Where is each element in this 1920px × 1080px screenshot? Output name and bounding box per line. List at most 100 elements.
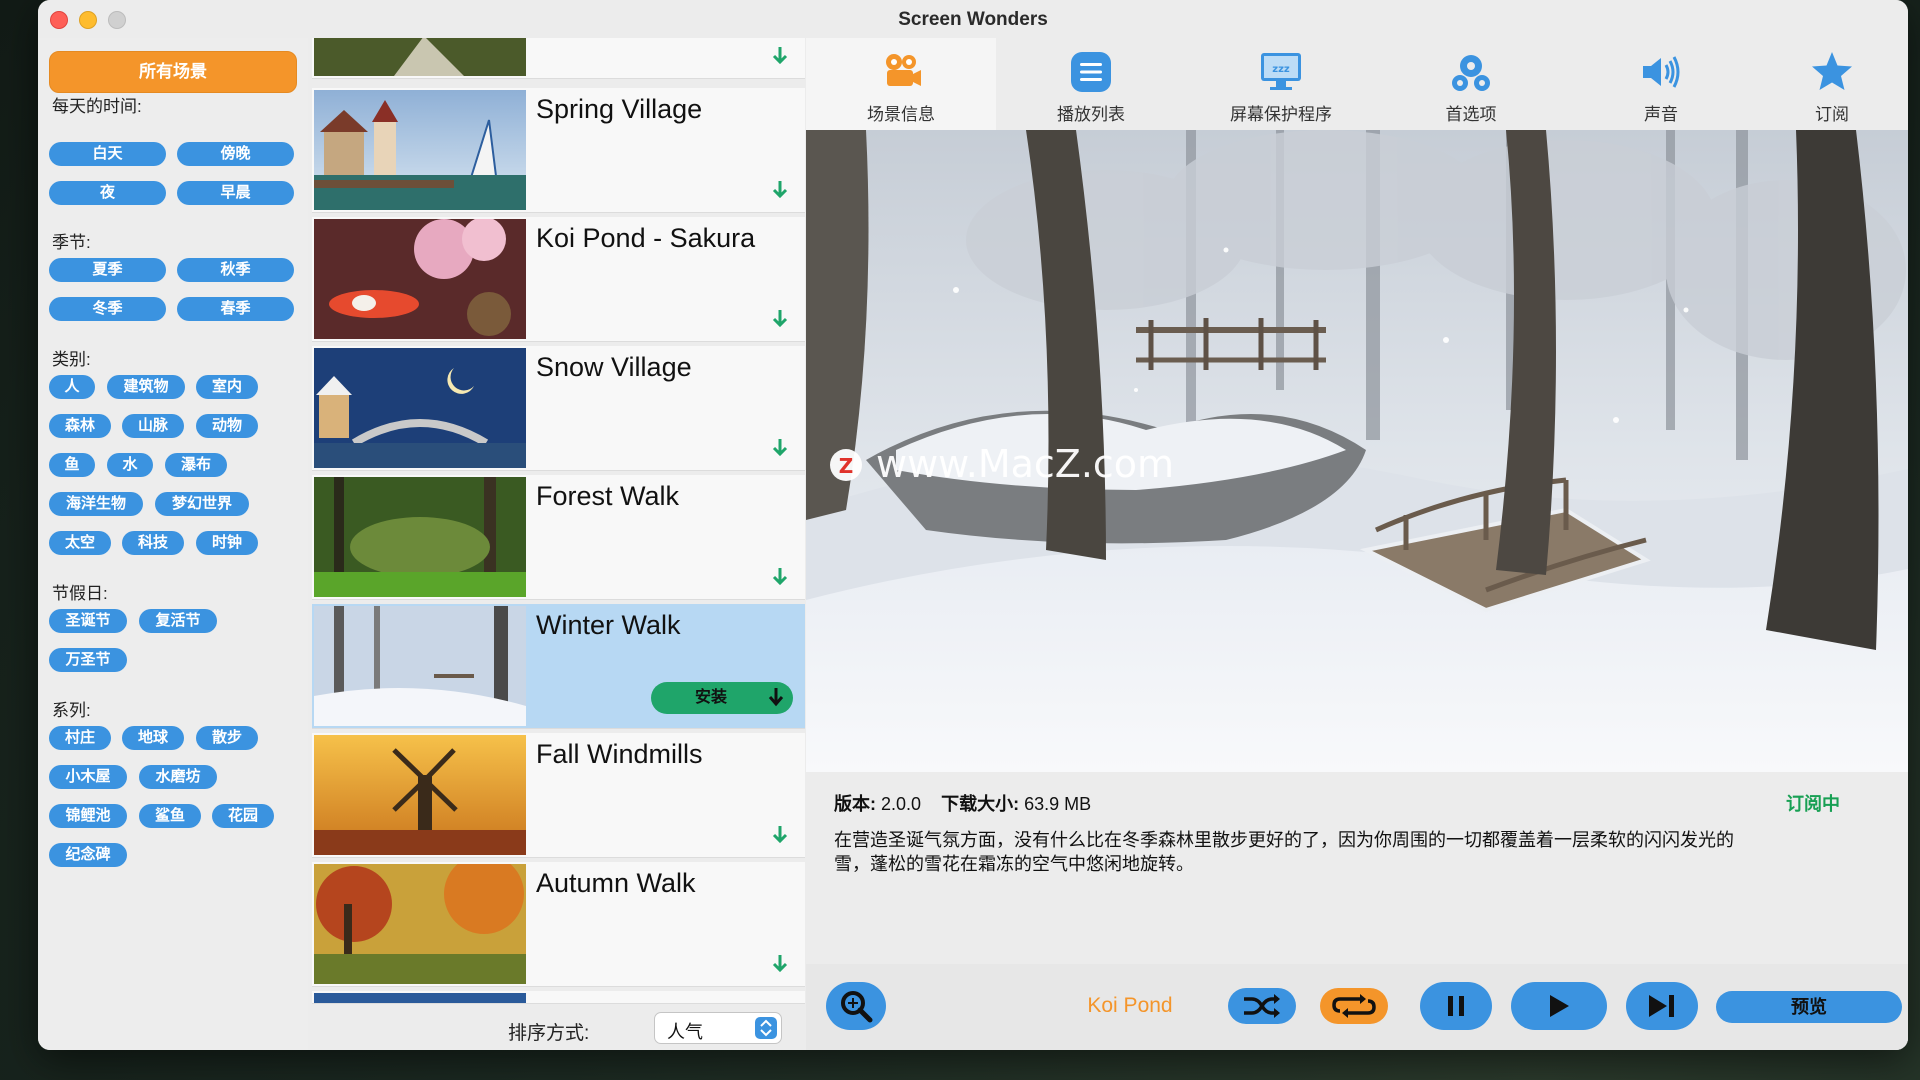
filter-koi-ponds[interactable]: 锦鲤池 [49,804,127,828]
filter-spring[interactable]: 春季 [177,297,294,321]
scene-row[interactable]: Koi Pond - Sakura [312,217,805,342]
scene-row[interactable]: Autumn Walk [312,862,805,987]
window-title: Screen Wonders [898,9,1048,30]
filter-fantasy[interactable]: 梦幻世界 [155,492,249,516]
download-size-value: 63.9 MB [1024,794,1092,814]
filter-earth[interactable]: 地球 [122,726,184,750]
star-icon [1812,52,1852,90]
tab-label: 首选项 [1445,105,1497,124]
scene-row-selected[interactable]: Winter Walk 安装 [312,604,805,729]
sort-label: 排序方式: [508,1023,590,1044]
scene-thumbnail-spring-village [314,90,526,210]
filter-christmas[interactable]: 圣诞节 [49,609,127,633]
tab-preferences[interactable]: 首选项 [1376,38,1566,130]
filter-people[interactable]: 人 [49,375,95,399]
filter-villages[interactable]: 村庄 [49,726,111,750]
scene-title: Spring Village [536,94,703,124]
section-label-season: 季节: [52,233,91,252]
scene-row[interactable]: Spring Village [312,88,805,213]
filter-buildings[interactable]: 建筑物 [107,375,185,399]
filter-easter[interactable]: 复活节 [139,609,217,633]
filter-mountains[interactable]: 山脉 [122,414,184,438]
title-bar: Screen Wonders [38,0,1908,39]
zoom-button[interactable] [826,982,886,1030]
shuffle-icon [1244,994,1280,1018]
playlist-icon [1071,52,1111,92]
filter-water[interactable]: 水 [107,453,153,477]
download-arrow-icon[interactable] [771,180,789,202]
tab-label: 播放列表 [1057,105,1125,124]
updown-chevron-icon [755,1017,777,1039]
tab-label: 声音 [1644,105,1678,124]
download-arrow-icon[interactable] [771,825,789,847]
scene-row[interactable]: Fall Windmills [312,733,805,858]
pause-icon [1448,996,1464,1016]
scene-row-partial-top[interactable] [312,38,805,79]
filter-winter[interactable]: 冬季 [49,297,166,321]
section-label-category: 类别: [52,350,91,369]
scene-row[interactable]: Forest Walk [312,475,805,600]
filter-night[interactable]: 夜 [49,181,166,205]
tab-subscribe[interactable]: 订阅 [1756,38,1908,130]
scene-list: Spring Village Koi Pond - Sakura Snow Vi… [308,38,806,1050]
shuffle-button[interactable] [1228,988,1296,1024]
pause-button[interactable] [1420,982,1492,1030]
filter-animals[interactable]: 动物 [196,414,258,438]
preview-button[interactable]: 预览 [1716,991,1902,1023]
sort-value: 人气 [667,1022,703,1042]
repeat-icon [1332,994,1376,1018]
svg-text:zzz: zzz [1272,64,1290,75]
filter-space[interactable]: 太空 [49,531,111,555]
now-playing-title: Koi Pond [1087,994,1173,1017]
filter-fish[interactable]: 鱼 [49,453,95,477]
filter-autumn[interactable]: 秋季 [177,258,294,282]
filter-sharks[interactable]: 鲨鱼 [139,804,201,828]
filter-waterfall[interactable]: 瀑布 [165,453,227,477]
filter-indoor[interactable]: 室内 [196,375,258,399]
filter-tech[interactable]: 科技 [122,531,184,555]
filter-morning[interactable]: 早晨 [177,181,294,205]
scene-row-partial-bottom[interactable] [312,991,805,1004]
filter-clocks[interactable]: 时钟 [196,531,258,555]
repeat-button[interactable] [1320,988,1388,1024]
filter-summer[interactable]: 夏季 [49,258,166,282]
filter-evening[interactable]: 傍晚 [177,142,294,166]
scene-thumbnail-winter-walk [314,606,526,726]
sort-select[interactable]: 人气 [654,1012,782,1044]
camera-icon [886,54,921,86]
tab-screensaver[interactable]: zzz 屏幕保护程序 [1186,38,1376,130]
download-arrow-icon[interactable] [771,567,789,589]
download-arrow-icon [768,688,784,707]
download-arrow-icon[interactable] [771,954,789,976]
section-label-time-of-day: 每天的时间: [52,97,142,116]
filter-sea-life[interactable]: 海洋生物 [49,492,143,516]
watermark-badge-letter: Z [839,454,854,478]
scene-thumbnail-forest-walk [314,477,526,597]
tab-playlist[interactable]: 播放列表 [996,38,1186,130]
scene-title: Koi Pond - Sakura [536,223,756,253]
filter-forest[interactable]: 森林 [49,414,111,438]
download-arrow-icon[interactable] [771,309,789,331]
filter-walks[interactable]: 散步 [196,726,258,750]
main-toolbar: 场景信息 播放列表 zzz 屏幕保护程序 首选项 声音 订阅 [806,38,1908,130]
filter-monuments[interactable]: 纪念碑 [49,843,127,867]
tab-label: 场景信息 [867,105,935,124]
download-arrow-icon[interactable] [771,438,789,460]
all-scenes-button[interactable]: 所有场景 [49,51,297,93]
next-button[interactable] [1626,982,1698,1030]
tab-label: 屏幕保护程序 [1230,105,1332,124]
tab-sound[interactable]: 声音 [1566,38,1756,130]
download-arrow-icon[interactable] [771,46,789,68]
filter-gardens[interactable]: 花园 [212,804,274,828]
install-button[interactable]: 安装 [651,682,793,714]
filter-cabins[interactable]: 小木屋 [49,765,127,789]
filter-daytime[interactable]: 白天 [49,142,166,166]
scene-row[interactable]: Snow Village [312,346,805,471]
play-button[interactable] [1511,982,1607,1030]
filter-halloween[interactable]: 万圣节 [49,648,127,672]
screensaver-icon: zzz [1261,53,1301,90]
tab-scene-info[interactable]: 场景信息 [806,38,996,130]
scene-title: Fall Windmills [536,739,703,769]
filter-watermills[interactable]: 水磨坊 [139,765,217,789]
scene-thumbnail-snow-village [314,348,526,468]
